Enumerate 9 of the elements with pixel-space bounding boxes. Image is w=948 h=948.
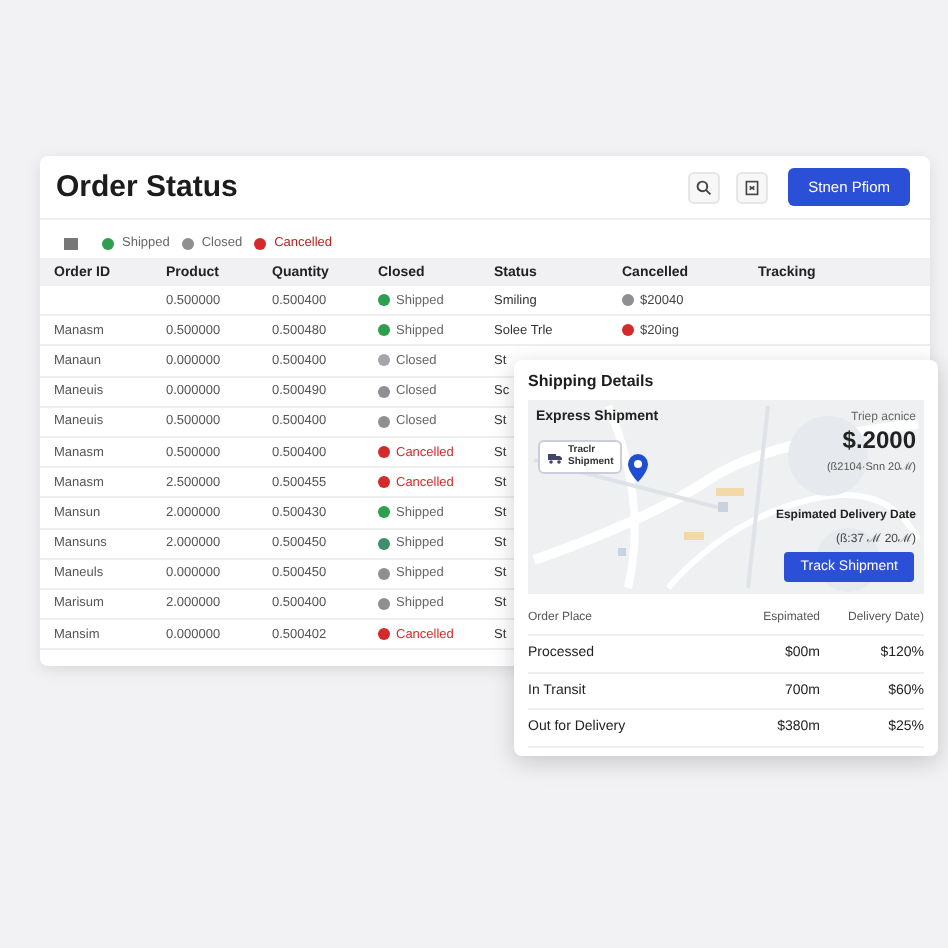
location-pin-icon: [628, 454, 648, 482]
panel-title: Shipping Details: [528, 372, 656, 390]
document-icon: [744, 179, 761, 195]
truck-icon: [548, 451, 562, 463]
export-button[interactable]: [736, 171, 769, 203]
page-title: Order Status: [56, 170, 240, 204]
search-icon: [696, 179, 713, 195]
search-button[interactable]: [688, 171, 721, 203]
price-value: $.2000: [842, 426, 916, 454]
